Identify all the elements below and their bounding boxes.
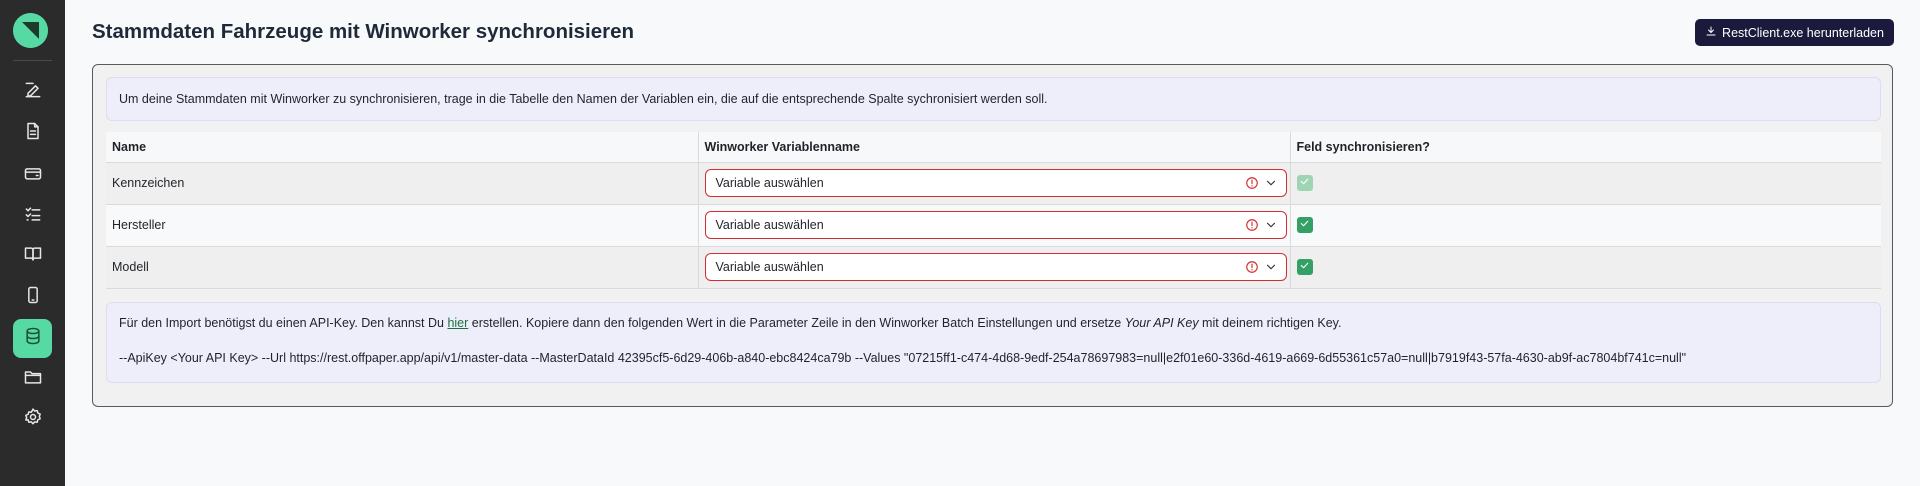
sync-checkbox[interactable]	[1296, 217, 1313, 233]
create-api-key-link[interactable]: hier	[447, 316, 468, 330]
api-key-box: Für den Import benötigst du einen API-Ke…	[106, 302, 1881, 383]
document-icon	[23, 121, 43, 146]
sidebar-item-settings[interactable]	[13, 400, 52, 439]
sidebar-item-checklists[interactable]	[13, 197, 52, 236]
error-icon	[1245, 218, 1259, 232]
field-name: Hersteller	[106, 204, 698, 247]
book-icon	[23, 244, 43, 269]
variable-select[interactable]: Variable auswählen	[704, 211, 1287, 239]
sync-table: Name Winworker Variablenname Feld synchr…	[106, 132, 1881, 289]
sync-checkbox[interactable]	[1296, 259, 1313, 275]
sync-checkbox[interactable]	[1296, 175, 1313, 191]
checklist-icon	[23, 204, 43, 229]
sync-cell	[1289, 246, 1881, 289]
wallet-icon	[23, 163, 43, 188]
sidebar-item-edit[interactable]	[13, 73, 52, 112]
sidebar-item-master-data[interactable]	[13, 319, 52, 358]
chevron-down-icon	[1264, 218, 1278, 232]
error-icon	[1245, 260, 1259, 274]
column-header-name: Name	[106, 132, 698, 163]
database-icon	[23, 326, 43, 351]
check-icon	[1299, 260, 1310, 274]
folder-icon	[23, 367, 43, 392]
api-instructions: Für den Import benötigst du einen API-Ke…	[119, 316, 1341, 330]
sync-card: Um deine Stammdaten mit Winworker zu syn…	[92, 64, 1893, 407]
table-row: Hersteller Variable auswählen	[106, 204, 1881, 247]
column-header-sync: Feld synchronisieren?	[1289, 132, 1881, 163]
variable-select[interactable]: Variable auswählen	[704, 169, 1287, 197]
sidebar-item-handbook[interactable]	[13, 237, 52, 276]
chevron-down-icon	[1264, 260, 1278, 274]
sync-cell	[1289, 204, 1881, 247]
table-header-row: Name Winworker Variablenname Feld synchr…	[106, 132, 1881, 163]
sidebar-item-wallet[interactable]	[13, 156, 52, 195]
edit-icon	[23, 80, 43, 105]
column-header-variable: Winworker Variablenname	[697, 132, 1290, 163]
variable-cell: Variable auswählen	[697, 246, 1290, 289]
page-title: Stammdaten Fahrzeuge mit Winworker synch…	[92, 20, 635, 43]
sidebar-item-files[interactable]	[13, 360, 52, 399]
table-row: Modell Variable auswählen	[106, 246, 1881, 289]
info-box: Um deine Stammdaten mit Winworker zu syn…	[106, 77, 1881, 121]
settings-icon	[23, 407, 43, 432]
variable-select[interactable]: Variable auswählen	[704, 253, 1287, 281]
error-icon	[1245, 176, 1259, 190]
sidebar-divider	[13, 60, 52, 61]
download-restclient-button[interactable]: RestClient.exe herunterladen	[1695, 19, 1894, 46]
info-text: Um deine Stammdaten mit Winworker zu syn…	[119, 92, 1048, 106]
check-icon	[1299, 176, 1310, 190]
variable-select-value: Variable auswählen	[715, 176, 824, 190]
variable-select-value: Variable auswählen	[715, 218, 824, 232]
variable-select-value: Variable auswählen	[715, 260, 824, 274]
sidebar-item-mobile[interactable]	[13, 278, 52, 317]
api-command[interactable]: --ApiKey <Your API Key> --Url https://re…	[119, 351, 1686, 365]
variable-cell: Variable auswählen	[697, 162, 1290, 205]
api-text-end: mit deinem richtigen Key.	[1198, 316, 1342, 330]
check-icon	[1299, 218, 1310, 232]
api-text-after-link: erstellen. Kopiere dann den folgenden We…	[468, 316, 1125, 330]
sync-cell	[1289, 162, 1881, 205]
api-text-before-link: Für den Import benötigst du einen API-Ke…	[119, 316, 448, 330]
field-name: Kennzeichen	[106, 162, 698, 205]
mobile-icon	[23, 285, 43, 310]
sidebar	[0, 0, 65, 486]
field-name: Modell	[106, 246, 698, 289]
table-row: Kennzeichen Variable auswählen	[106, 162, 1881, 205]
download-icon	[1705, 25, 1717, 40]
app-logo[interactable]	[13, 13, 48, 48]
download-button-label: RestClient.exe herunterladen	[1722, 25, 1884, 40]
api-key-placeholder-emphasis: Your API Key	[1124, 316, 1199, 330]
chevron-down-icon	[1264, 176, 1278, 190]
variable-cell: Variable auswählen	[697, 204, 1290, 247]
sidebar-item-documents[interactable]	[13, 114, 52, 153]
